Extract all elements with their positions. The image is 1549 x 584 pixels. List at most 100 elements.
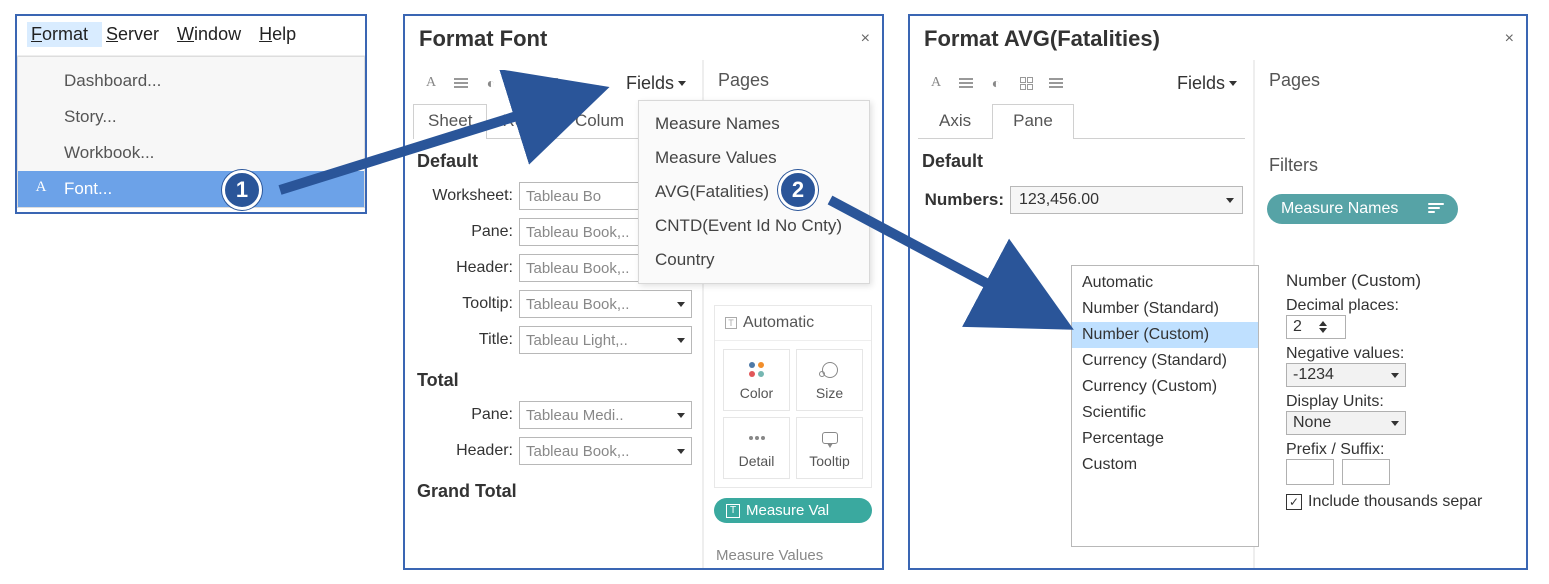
tab-axis[interactable]: Axis bbox=[918, 104, 992, 138]
tab-pane[interactable]: Pane bbox=[992, 104, 1074, 139]
align-icon[interactable] bbox=[447, 70, 475, 96]
decimal-places-label: Decimal places: bbox=[1286, 297, 1524, 315]
section-total: Total bbox=[405, 358, 702, 397]
numbers-combo[interactable]: 123,456.00 bbox=[1010, 186, 1243, 214]
menuitem-dashboard[interactable]: Dashboard... bbox=[18, 63, 364, 99]
numfmt-percentage[interactable]: Percentage bbox=[1072, 426, 1258, 452]
numfmt-scientific[interactable]: Scientific bbox=[1072, 400, 1258, 426]
tab-rows[interactable]: Rows bbox=[487, 104, 560, 138]
lines-icon[interactable] bbox=[537, 70, 565, 96]
checkbox-icon: ✓ bbox=[1286, 494, 1302, 510]
align-icon[interactable] bbox=[952, 70, 980, 96]
panel-format-menu: Format Server Window Help Dashboard... S… bbox=[15, 14, 367, 214]
menu-window[interactable]: Window bbox=[173, 22, 255, 47]
label-total-header: Header: bbox=[405, 442, 519, 460]
panel-format-font: Format Font × A ◐ Fields Sheet bbox=[403, 14, 884, 570]
combo-tooltip[interactable]: Tableau Book,.. bbox=[519, 290, 692, 318]
menuitem-story[interactable]: Story... bbox=[18, 99, 364, 135]
menubar: Format Server Window Help bbox=[17, 16, 365, 56]
menu-format[interactable]: Format bbox=[27, 22, 102, 47]
format-dropdown: Dashboard... Story... Workbook... A Font… bbox=[17, 56, 365, 208]
label-total-pane: Pane: bbox=[405, 406, 519, 424]
filters-header: Filters bbox=[1255, 151, 1526, 186]
filter-icon bbox=[1428, 203, 1444, 215]
size-icon bbox=[822, 362, 838, 378]
menuitem-workbook[interactable]: Workbook... bbox=[18, 135, 364, 171]
font-a-icon[interactable]: A bbox=[922, 70, 950, 96]
label-tooltip: Tooltip: bbox=[405, 295, 519, 313]
decimal-places-input[interactable]: 2 bbox=[1286, 315, 1346, 339]
shading-icon[interactable]: ◐ bbox=[477, 70, 505, 96]
combo-title[interactable]: Tableau Light,.. bbox=[519, 326, 692, 354]
spinner-icon[interactable] bbox=[1304, 321, 1343, 333]
numfmt-number-standard[interactable]: Number (Standard) bbox=[1072, 296, 1258, 322]
numfmt-custom[interactable]: Custom bbox=[1072, 452, 1258, 478]
callout-badge-1: 1 bbox=[222, 170, 262, 210]
callout-badge-2: 2 bbox=[778, 170, 818, 210]
filter-pill-measure-names[interactable]: Measure Names bbox=[1267, 194, 1458, 224]
negative-values-combo[interactable]: -1234 bbox=[1286, 363, 1406, 387]
label-header: Header: bbox=[405, 259, 519, 277]
section-grandtotal: Grand Total bbox=[405, 469, 702, 502]
lines-icon[interactable] bbox=[1042, 70, 1070, 96]
borders-icon[interactable] bbox=[1012, 70, 1040, 96]
display-units-label: Display Units: bbox=[1286, 393, 1524, 411]
section-default3: Default bbox=[910, 139, 1253, 178]
marks-size[interactable]: Size bbox=[796, 349, 863, 411]
caret-down-icon bbox=[1226, 198, 1234, 203]
axis-pane-tabs: Axis Pane bbox=[918, 104, 1245, 139]
fields-item-measure-values[interactable]: Measure Values bbox=[639, 141, 869, 175]
menuitem-font[interactable]: A Font... bbox=[18, 171, 364, 207]
tab-sheet[interactable]: Sheet bbox=[413, 104, 487, 139]
panel3-close-icon[interactable]: × bbox=[1505, 30, 1514, 48]
detail-icon bbox=[749, 436, 765, 440]
prefix-input[interactable] bbox=[1286, 459, 1334, 485]
fields-item-avg-fatalities[interactable]: AVG(Fatalities) bbox=[639, 175, 869, 209]
display-units-combo[interactable]: None bbox=[1286, 411, 1406, 435]
thousands-sep-checkbox[interactable]: ✓ Include thousands separ bbox=[1286, 493, 1524, 511]
fields-item-country[interactable]: Country bbox=[639, 243, 869, 277]
menu-help[interactable]: Help bbox=[255, 22, 310, 47]
font-a-icon[interactable]: A bbox=[417, 70, 445, 96]
measure-values-cutoff: Measure Values bbox=[704, 527, 882, 564]
menu-server[interactable]: Server bbox=[102, 22, 173, 47]
fields-dropdown3[interactable]: Fields bbox=[1177, 73, 1243, 94]
number-format-list: Automatic Number (Standard) Number (Cust… bbox=[1071, 265, 1259, 547]
numfmt-currency-custom[interactable]: Currency (Custom) bbox=[1072, 374, 1258, 400]
pages-header3: Pages bbox=[1255, 60, 1526, 101]
shading-icon[interactable]: ◐ bbox=[982, 70, 1010, 96]
tab-columns[interactable]: Colum bbox=[560, 104, 639, 138]
measure-values-pill[interactable]: T Measure Val bbox=[714, 498, 872, 523]
marks-tooltip[interactable]: Tooltip bbox=[796, 417, 863, 479]
panel3-title: Format AVG(Fatalities) bbox=[924, 26, 1160, 52]
combo-total-header[interactable]: Tableau Book,.. bbox=[519, 437, 692, 465]
number-custom-props: Number (Custom) Decimal places: 2 Negati… bbox=[1276, 265, 1534, 517]
label-title: Title: bbox=[405, 331, 519, 349]
panel2-title: Format Font bbox=[419, 26, 547, 52]
numfmt-number-custom[interactable]: Number (Custom) bbox=[1072, 322, 1258, 348]
combo-total-pane[interactable]: Tableau Medi.. bbox=[519, 401, 692, 429]
label-worksheet: Worksheet: bbox=[405, 187, 519, 205]
marks-color[interactable]: Color bbox=[723, 349, 790, 411]
borders-icon[interactable] bbox=[507, 70, 535, 96]
text-mark-icon: T bbox=[725, 317, 737, 329]
marks-detail[interactable]: Detail bbox=[723, 417, 790, 479]
format-toolbar3: A ◐ Fields bbox=[910, 60, 1253, 104]
panel2-close-icon[interactable]: × bbox=[861, 30, 870, 48]
fields-flyout: Measure Names Measure Values AVG(Fatalit… bbox=[638, 100, 870, 284]
numprops-title: Number (Custom) bbox=[1286, 271, 1524, 291]
caret-down-icon bbox=[1229, 81, 1237, 86]
prefix-suffix-label: Prefix / Suffix: bbox=[1286, 441, 1524, 459]
caret-down-icon bbox=[678, 81, 686, 86]
label-pane: Pane: bbox=[405, 223, 519, 241]
marks-type-dropdown[interactable]: T Automatic bbox=[715, 306, 871, 341]
numfmt-automatic[interactable]: Automatic bbox=[1072, 270, 1258, 296]
fields-dropdown[interactable]: Fields bbox=[626, 73, 692, 94]
font-icon: A bbox=[32, 179, 50, 197]
numfmt-currency-standard[interactable]: Currency (Standard) bbox=[1072, 348, 1258, 374]
suffix-input[interactable] bbox=[1342, 459, 1390, 485]
pages-header: Pages bbox=[704, 60, 882, 101]
fields-item-measure-names[interactable]: Measure Names bbox=[639, 107, 869, 141]
fields-item-cntd-event[interactable]: CNTD(Event Id No Cnty) bbox=[639, 209, 869, 243]
color-icon bbox=[749, 362, 765, 378]
